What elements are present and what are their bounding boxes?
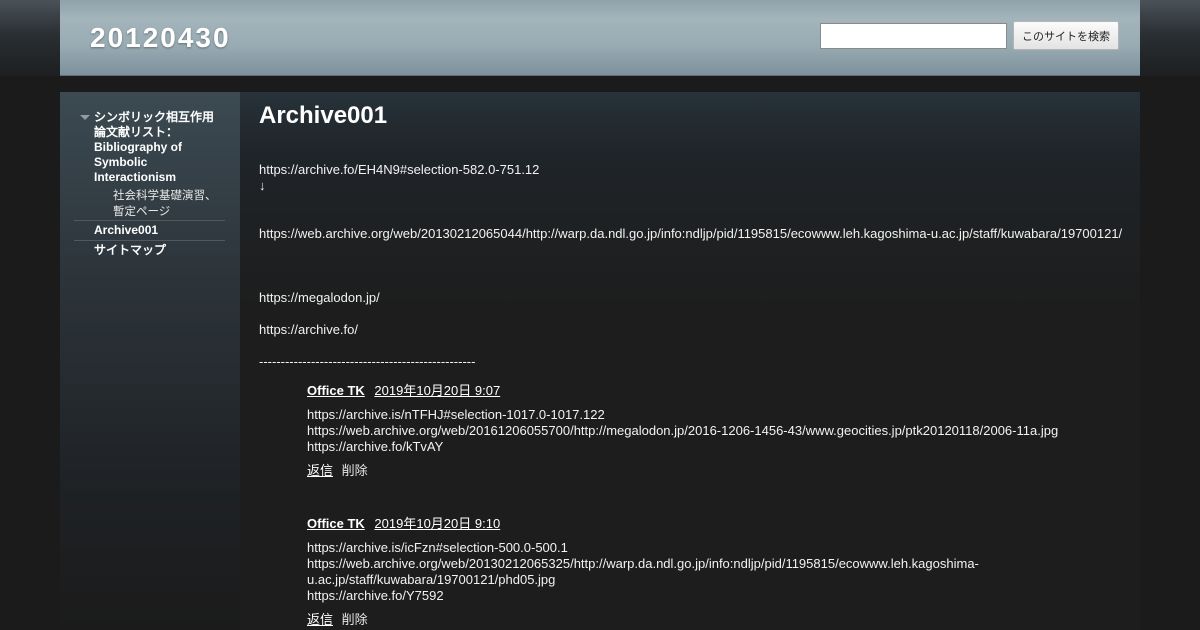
- comment-line: https://web.archive.org/web/201612060557…: [307, 423, 1059, 438]
- sidebar-item-archive001[interactable]: Archive001: [74, 220, 225, 240]
- content-line: https://archive.fo/EH4N9#selection-582.0…: [259, 162, 540, 177]
- sidebar-item-sitemap[interactable]: サイトマップ: [74, 240, 225, 260]
- comment-line: https://archive.fo/kTvAY: [307, 439, 444, 454]
- comment-header: Office TK 2019年10月20日 9:07: [307, 383, 1127, 399]
- comment-author[interactable]: Office TK: [307, 383, 365, 398]
- comment-line: https://archive.is/nTFHJ#selection-1017.…: [307, 407, 605, 422]
- comment-body: https://archive.is/nTFHJ#selection-1017.…: [307, 407, 1127, 455]
- comment: Office TK 2019年10月20日 9:10 https://archi…: [307, 516, 1127, 628]
- comment: Office TK 2019年10月20日 9:07 https://archi…: [307, 383, 1127, 479]
- site-title[interactable]: 20120430: [90, 22, 231, 54]
- comment-actions: 返信 削除: [307, 463, 1127, 479]
- expand-triangle-icon[interactable]: [80, 115, 90, 120]
- comment-timestamp[interactable]: 2019年10月20日 9:07: [374, 383, 500, 398]
- content-line: https://archive.fo/: [259, 322, 358, 337]
- reply-link[interactable]: 返信: [307, 463, 333, 478]
- search-input[interactable]: [820, 23, 1007, 49]
- delete-link[interactable]: 削除: [342, 463, 368, 478]
- main-content: Archive001 https://archive.fo/EH4N9#sele…: [240, 92, 1140, 630]
- sidebar-nav: シンボリック相互作用論文献リスト：Bibliography of Symboli…: [74, 110, 225, 260]
- sidebar-item-bibliography[interactable]: シンボリック相互作用論文献リスト：Bibliography of Symboli…: [74, 110, 225, 185]
- comment-body: https://archive.is/icFzn#selection-500.0…: [307, 540, 1127, 604]
- sidebar-item-seminar[interactable]: 社会科学基礎演習、暫定ページ: [74, 187, 225, 220]
- comment-header: Office TK 2019年10月20日 9:10: [307, 516, 1127, 532]
- content-line: https://web.archive.org/web/201302120650…: [259, 226, 1123, 241]
- sidebar: シンボリック相互作用論文献リスト：Bibliography of Symboli…: [60, 92, 240, 630]
- sidebar-item-label[interactable]: シンボリック相互作用論文献リスト：Bibliography of Symboli…: [94, 110, 214, 184]
- search-button[interactable]: このサイトを検索: [1013, 21, 1119, 50]
- comment-line: https://archive.fo/Y7592: [307, 588, 444, 603]
- comment-line: https://archive.is/icFzn#selection-500.0…: [307, 540, 568, 555]
- comment-line: https://web.archive.org/web/201302120653…: [307, 556, 979, 571]
- comment-author[interactable]: Office TK: [307, 516, 365, 531]
- divider-line: ----------------------------------------…: [259, 354, 476, 369]
- delete-link[interactable]: 削除: [342, 612, 368, 627]
- page-title: Archive001: [259, 102, 388, 129]
- comment-actions: 返信 削除: [307, 612, 1127, 628]
- comment-line: u.ac.jp/staff/kuwabara/19700121/phd05.jp…: [307, 572, 556, 587]
- comment-timestamp[interactable]: 2019年10月20日 9:10: [374, 516, 500, 531]
- reply-link[interactable]: 返信: [307, 612, 333, 627]
- content-line: https://megalodon.jp/: [259, 290, 380, 305]
- site-header: 20120430 このサイトを検索: [60, 0, 1140, 76]
- down-arrow: ↓: [259, 178, 266, 193]
